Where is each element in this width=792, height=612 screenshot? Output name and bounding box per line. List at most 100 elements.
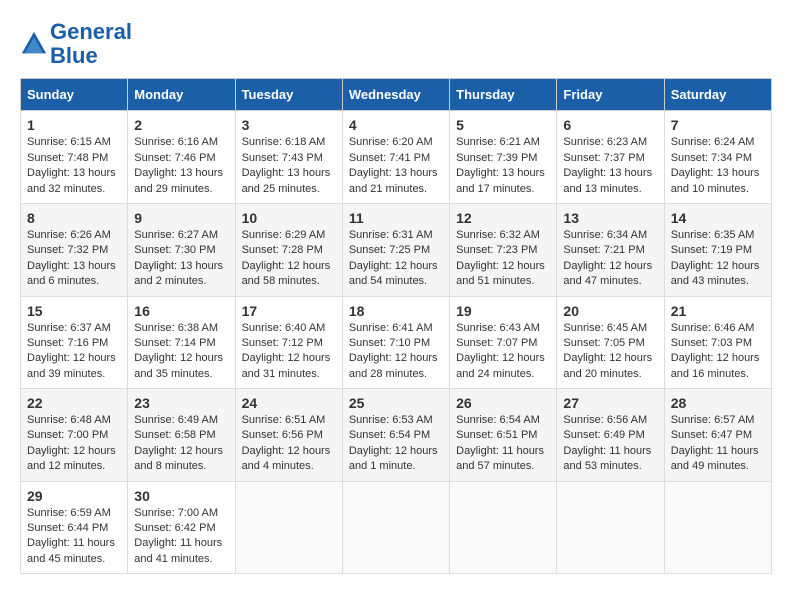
cell-content: Sunrise: 6:40 AM Sunset: 7:12 PM Dayligh… [242,321,336,383]
cell-content: Sunrise: 6:38 AM Sunset: 7:14 PM Dayligh… [134,321,228,383]
calendar-cell: 12 Sunrise: 6:32 AM Sunset: 7:23 PM Dayl… [450,203,557,296]
sunset-text: Sunset: 6:44 PM [27,522,108,534]
day-number: 10 [242,210,336,226]
sunset-text: Sunset: 7:12 PM [242,337,323,349]
day-number: 30 [134,488,228,504]
cell-content: Sunrise: 6:21 AM Sunset: 7:39 PM Dayligh… [456,135,550,197]
day-number: 7 [671,117,765,133]
day-number: 22 [27,395,121,411]
daylight-text: Daylight: 13 hours and 21 minutes. [349,167,438,194]
calendar-cell [450,481,557,574]
daylight-text: Daylight: 12 hours and 39 minutes. [27,352,116,379]
sunset-text: Sunset: 7:37 PM [563,152,644,164]
calendar-cell: 28 Sunrise: 6:57 AM Sunset: 6:47 PM Dayl… [664,389,771,482]
calendar-cell: 3 Sunrise: 6:18 AM Sunset: 7:43 PM Dayli… [235,111,342,204]
calendar-cell: 6 Sunrise: 6:23 AM Sunset: 7:37 PM Dayli… [557,111,664,204]
calendar-cell: 19 Sunrise: 6:43 AM Sunset: 7:07 PM Dayl… [450,296,557,389]
sunrise-text: Sunrise: 6:35 AM [671,229,755,241]
day-number: 4 [349,117,443,133]
daylight-text: Daylight: 13 hours and 25 minutes. [242,167,331,194]
daylight-text: Daylight: 12 hours and 31 minutes. [242,352,331,379]
calendar-cell: 14 Sunrise: 6:35 AM Sunset: 7:19 PM Dayl… [664,203,771,296]
daylight-text: Daylight: 12 hours and 54 minutes. [349,260,438,287]
calendar-cell: 8 Sunrise: 6:26 AM Sunset: 7:32 PM Dayli… [21,203,128,296]
daylight-text: Daylight: 12 hours and 51 minutes. [456,260,545,287]
day-number: 17 [242,303,336,319]
cell-content: Sunrise: 6:32 AM Sunset: 7:23 PM Dayligh… [456,228,550,290]
sunrise-text: Sunrise: 6:26 AM [27,229,111,241]
sunset-text: Sunset: 6:58 PM [134,429,215,441]
sunset-text: Sunset: 7:00 PM [27,429,108,441]
sunrise-text: Sunrise: 6:21 AM [456,136,540,148]
day-number: 18 [349,303,443,319]
calendar-cell: 5 Sunrise: 6:21 AM Sunset: 7:39 PM Dayli… [450,111,557,204]
sunset-text: Sunset: 7:07 PM [456,337,537,349]
sunrise-text: Sunrise: 6:18 AM [242,136,326,148]
day-header-monday: Monday [128,79,235,111]
daylight-text: Daylight: 12 hours and 58 minutes. [242,260,331,287]
daylight-text: Daylight: 12 hours and 47 minutes. [563,260,652,287]
sunrise-text: Sunrise: 6:20 AM [349,136,433,148]
sunrise-text: Sunrise: 6:38 AM [134,322,218,334]
day-header-wednesday: Wednesday [342,79,449,111]
sunrise-text: Sunrise: 6:51 AM [242,414,326,426]
daylight-text: Daylight: 12 hours and 1 minute. [349,445,438,472]
daylight-text: Daylight: 11 hours and 53 minutes. [563,445,651,472]
sunrise-text: Sunrise: 6:16 AM [134,136,218,148]
calendar-cell: 22 Sunrise: 6:48 AM Sunset: 7:00 PM Dayl… [21,389,128,482]
cell-content: Sunrise: 6:46 AM Sunset: 7:03 PM Dayligh… [671,321,765,383]
day-header-saturday: Saturday [664,79,771,111]
cell-content: Sunrise: 6:49 AM Sunset: 6:58 PM Dayligh… [134,413,228,475]
daylight-text: Daylight: 12 hours and 20 minutes. [563,352,652,379]
day-number: 11 [349,210,443,226]
sunset-text: Sunset: 7:39 PM [456,152,537,164]
sunrise-text: Sunrise: 6:15 AM [27,136,111,148]
calendar-week-4: 29 Sunrise: 6:59 AM Sunset: 6:44 PM Dayl… [21,481,772,574]
daylight-text: Daylight: 13 hours and 32 minutes. [27,167,116,194]
day-number: 12 [456,210,550,226]
day-number: 28 [671,395,765,411]
daylight-text: Daylight: 13 hours and 10 minutes. [671,167,760,194]
cell-content: Sunrise: 6:29 AM Sunset: 7:28 PM Dayligh… [242,228,336,290]
cell-content: Sunrise: 6:35 AM Sunset: 7:19 PM Dayligh… [671,228,765,290]
daylight-text: Daylight: 11 hours and 49 minutes. [671,445,759,472]
sunset-text: Sunset: 6:49 PM [563,429,644,441]
day-number: 1 [27,117,121,133]
cell-content: Sunrise: 6:37 AM Sunset: 7:16 PM Dayligh… [27,321,121,383]
day-number: 9 [134,210,228,226]
cell-content: Sunrise: 6:57 AM Sunset: 6:47 PM Dayligh… [671,413,765,475]
day-number: 20 [563,303,657,319]
daylight-text: Daylight: 13 hours and 17 minutes. [456,167,545,194]
cell-content: Sunrise: 6:18 AM Sunset: 7:43 PM Dayligh… [242,135,336,197]
calendar-cell: 1 Sunrise: 6:15 AM Sunset: 7:48 PM Dayli… [21,111,128,204]
calendar-cell: 27 Sunrise: 6:56 AM Sunset: 6:49 PM Dayl… [557,389,664,482]
calendar-week-3: 22 Sunrise: 6:48 AM Sunset: 7:00 PM Dayl… [21,389,772,482]
calendar-cell [557,481,664,574]
cell-content: Sunrise: 6:23 AM Sunset: 7:37 PM Dayligh… [563,135,657,197]
sunrise-text: Sunrise: 6:46 AM [671,322,755,334]
day-number: 24 [242,395,336,411]
sunset-text: Sunset: 7:34 PM [671,152,752,164]
cell-content: Sunrise: 6:59 AM Sunset: 6:44 PM Dayligh… [27,506,121,568]
day-header-sunday: Sunday [21,79,128,111]
cell-content: Sunrise: 6:16 AM Sunset: 7:46 PM Dayligh… [134,135,228,197]
sunrise-text: Sunrise: 6:48 AM [27,414,111,426]
day-number: 29 [27,488,121,504]
calendar-cell: 7 Sunrise: 6:24 AM Sunset: 7:34 PM Dayli… [664,111,771,204]
daylight-text: Daylight: 13 hours and 2 minutes. [134,260,223,287]
daylight-text: Daylight: 13 hours and 13 minutes. [563,167,652,194]
sunrise-text: Sunrise: 6:49 AM [134,414,218,426]
day-number: 25 [349,395,443,411]
sunrise-text: Sunrise: 6:54 AM [456,414,540,426]
day-number: 13 [563,210,657,226]
sunset-text: Sunset: 7:16 PM [27,337,108,349]
calendar-cell: 24 Sunrise: 6:51 AM Sunset: 6:56 PM Dayl… [235,389,342,482]
daylight-text: Daylight: 11 hours and 45 minutes. [27,537,115,564]
sunrise-text: Sunrise: 6:23 AM [563,136,647,148]
sunrise-text: Sunrise: 6:57 AM [671,414,755,426]
sunrise-text: Sunrise: 6:41 AM [349,322,433,334]
logo-text: General Blue [50,20,132,68]
daylight-text: Daylight: 12 hours and 43 minutes. [671,260,760,287]
sunrise-text: Sunrise: 6:32 AM [456,229,540,241]
day-number: 5 [456,117,550,133]
